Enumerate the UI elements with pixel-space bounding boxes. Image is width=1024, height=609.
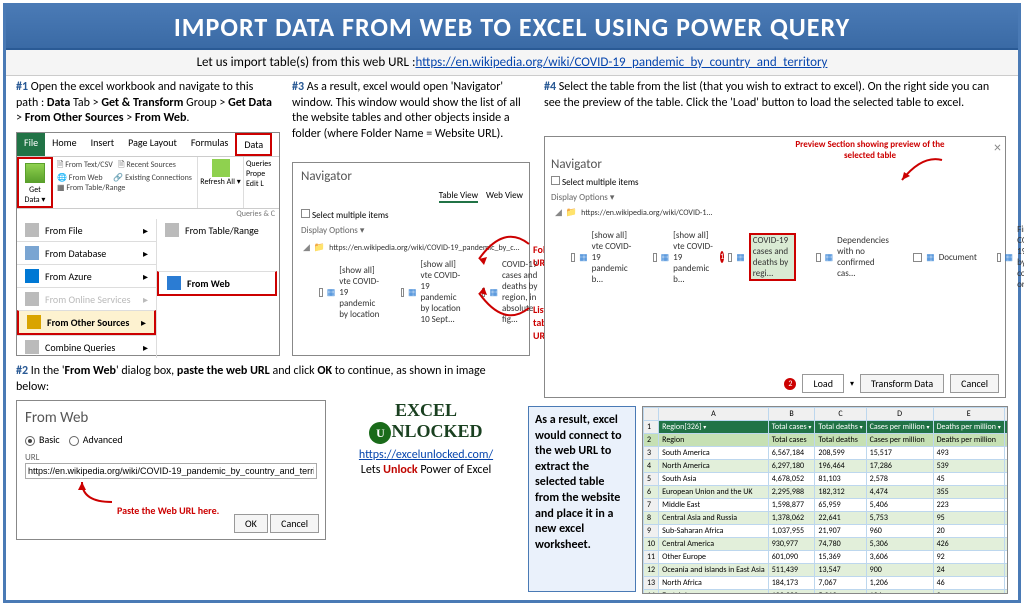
nav-item[interactable]: ▦ First COVID-19 cases by country or t..…	[981, 222, 1024, 292]
step3-navigator: Navigator Table View Web View Select mul…	[292, 162, 530, 356]
ok-button[interactable]: OK	[234, 514, 268, 533]
step4-instruction: #4 Select the table from the list (that …	[544, 80, 1004, 111]
step1-instruction: #1 Open the excel workbook and navigate …	[16, 80, 276, 127]
azure-icon	[25, 269, 39, 283]
ribbon-formulas[interactable]: Formulas	[184, 133, 235, 156]
folder-icon-4: 📁	[566, 207, 577, 218]
result-table: ABCDEF 1Region[326] ▾Total cases ▾Total …	[643, 407, 1008, 594]
file-icon	[25, 223, 39, 237]
cancel-button[interactable]: Cancel	[270, 514, 319, 533]
step1-num: #1	[16, 80, 28, 94]
source-url-link[interactable]: https://en.wikipedia.org/wiki/COVID-19_p…	[415, 55, 827, 70]
from-tablerange-small[interactable]: From Table/Range	[66, 183, 125, 193]
queries-btn[interactable]: Queries	[246, 159, 277, 169]
other-icon	[27, 315, 41, 329]
checkbox-icon[interactable]	[301, 209, 310, 218]
url-label: URL	[25, 452, 317, 463]
queries-conn-label: Queries & C	[17, 209, 279, 219]
step4-navigator: Preview Section showing preview of the s…	[544, 136, 1006, 398]
ribbon-data[interactable]: Data	[235, 133, 272, 156]
arrow-preview	[897, 155, 947, 185]
step2-instruction: #2 In the 'From Web' dialog box, paste t…	[16, 364, 496, 395]
subtitle-prefix: Let us import table(s) from this web URL…	[197, 55, 416, 70]
display-options[interactable]: Display Options	[301, 225, 358, 236]
badge-2: 2	[784, 378, 796, 390]
step1-screenshot: File Home Insert Page Layout Formulas Da…	[16, 132, 280, 356]
dialog-title: From Web	[25, 409, 317, 427]
url-input[interactable]	[25, 463, 317, 479]
menu-from-database[interactable]: From Database▸	[17, 241, 156, 264]
navigator-title: Navigator	[293, 163, 529, 190]
nav-item[interactable]: ▦ [show all] vte COVID-19 pandemic by lo…	[303, 263, 381, 322]
close-icon[interactable]: ×	[994, 139, 1001, 156]
checkbox-icon-4[interactable]	[551, 176, 560, 185]
ribbon-file[interactable]: File	[17, 133, 45, 156]
nav-item[interactable]: ▦ [show all] vte COVID-19 pandemic b...	[637, 228, 715, 287]
tab-web-view[interactable]: Web View	[486, 190, 523, 203]
brand-block: EXCEL UNLOCKED https://excelunlocked.com…	[336, 400, 516, 477]
select-multiple-label: Select multiple items	[312, 210, 389, 221]
ribbon-insert[interactable]: Insert	[84, 133, 122, 156]
tab-table-view[interactable]: Table View	[439, 190, 478, 203]
from-textcsv[interactable]: From Text/CSV	[65, 160, 112, 170]
radio-advanced[interactable]	[69, 436, 79, 446]
step3-num: #3	[292, 80, 304, 94]
nav-item[interactable]: ▦ Dependencies with no confirmed cas...	[800, 233, 893, 281]
title-bar: IMPORT DATA FROM WEB TO EXCEL USING POWE…	[6, 6, 1018, 50]
from-web-small[interactable]: From Web	[69, 173, 103, 183]
excel-ribbon: File Home Insert Page Layout Formulas Da…	[17, 133, 279, 157]
brand-link[interactable]: https://excelunlocked.com/	[359, 448, 493, 462]
refresh-icon[interactable]	[212, 159, 230, 177]
submenu-from-web[interactable]: From Web	[157, 271, 277, 296]
load-button[interactable]: Load	[802, 374, 844, 393]
arrow-folder	[474, 219, 534, 269]
menu-from-azure[interactable]: From Azure▸	[17, 264, 156, 287]
nav-item[interactable]: ▦ [show all] vte COVID-19 pandemic by lo…	[385, 257, 463, 327]
menu-from-file[interactable]: From File▸	[17, 219, 156, 241]
menu-combine-queries[interactable]: Combine Queries▸	[17, 335, 156, 358]
submenu-from-tablerange[interactable]: From Table/Range	[157, 219, 277, 241]
table-icon	[165, 223, 179, 237]
step4-num: #4	[544, 80, 556, 94]
arrow-url	[77, 477, 117, 507]
nav-item[interactable]: 1 ▦ COVID-19 cases and deaths by regi...	[718, 231, 796, 283]
subtitle-bar: Let us import table(s) from this web URL…	[6, 50, 1018, 76]
url-hint: Paste the Web URL here.	[117, 504, 219, 517]
folder-icon: 📁	[314, 242, 325, 253]
globe-icon	[167, 276, 181, 290]
nav-item[interactable]: ▦ [show all] vte COVID-19 pandemic b...	[555, 228, 633, 287]
step3-instruction: #3 As a result, excel would open 'Naviga…	[292, 80, 524, 142]
step2-num: #2	[16, 364, 28, 378]
nav-folder-4[interactable]: ◢ 📁 https://en.wikipedia.org/wiki/COVID-…	[551, 205, 1024, 220]
menu-from-online[interactable]: From Online Services▸	[17, 287, 156, 310]
database-icon	[25, 246, 39, 260]
display-options-4[interactable]: Display Options	[551, 192, 608, 203]
cloud-icon	[25, 292, 39, 306]
lock-icon: U	[369, 422, 391, 444]
result-table-block: ABCDEF 1Region[326] ▾Total cases ▾Total …	[642, 406, 1008, 594]
menu-from-other-sources[interactable]: From Other Sources▸	[17, 310, 156, 335]
arrow-list	[474, 283, 534, 333]
get-data-icon	[25, 163, 45, 183]
cancel-button-4[interactable]: Cancel	[950, 374, 999, 393]
get-data-button[interactable]: Get Data ▾	[17, 157, 53, 208]
from-web-dialog: From Web Basic Advanced URL Paste the We…	[16, 400, 326, 540]
properties-btn[interactable]: Prope	[246, 169, 277, 179]
result-text: As a result, excel would connect to the …	[528, 406, 636, 592]
ribbon-home[interactable]: Home	[45, 133, 83, 156]
transform-data-button[interactable]: Transform Data	[860, 374, 944, 393]
nav-item[interactable]: ▦ Document	[897, 250, 977, 265]
navigator-title-4: Navigator	[551, 155, 1024, 174]
page-title: IMPORT DATA FROM WEB TO EXCEL USING POWE…	[174, 11, 850, 43]
radio-basic[interactable]	[25, 436, 35, 446]
editlinks-btn[interactable]: Edit L	[246, 179, 277, 189]
recent-sources[interactable]: Recent Sources	[126, 160, 175, 170]
existing-conn[interactable]: Existing Connections	[125, 173, 192, 183]
ribbon-pagelayout[interactable]: Page Layout	[121, 133, 184, 156]
combine-icon	[25, 340, 39, 354]
